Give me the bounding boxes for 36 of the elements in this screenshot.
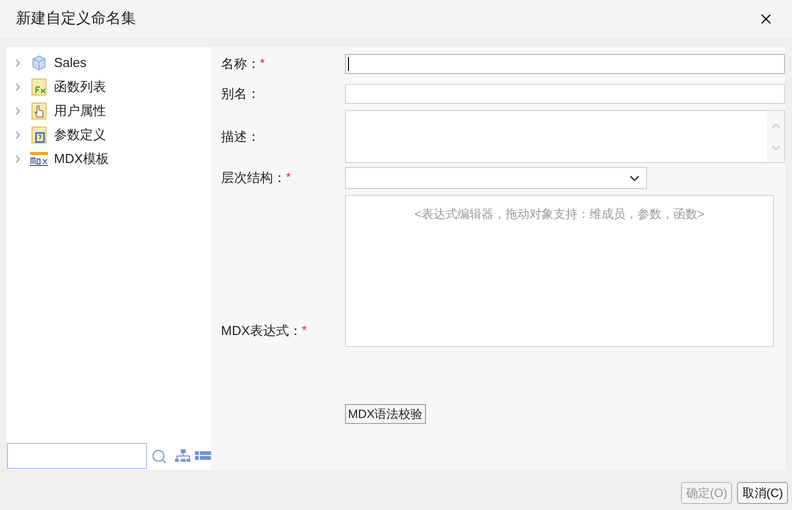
field-label: 层次结构：: [221, 169, 286, 187]
tree-item[interactable]: 参数定义: [12, 123, 211, 147]
parameter-icon: [31, 126, 47, 144]
required-mark: *: [302, 322, 307, 339]
tree-item[interactable]: MDX模板: [12, 147, 211, 171]
search-field[interactable]: [7, 443, 147, 469]
tree-item-label: 用户属性: [54, 102, 106, 120]
text-field[interactable]: [345, 54, 785, 74]
dialog-button[interactable]: 取消(C): [737, 482, 788, 504]
tree-item-label: MDX模板: [54, 150, 109, 168]
dropdown[interactable]: [345, 167, 647, 189]
hierarchy-icon[interactable]: [175, 449, 191, 463]
tree-item[interactable]: 用户属性: [12, 99, 211, 123]
hand-icon: [31, 102, 47, 120]
mdx-icon: [30, 152, 48, 166]
field-label: 描述：: [221, 128, 260, 146]
tree-item-label: Sales: [54, 54, 87, 72]
function-icon: [31, 78, 47, 96]
required-mark: *: [260, 55, 265, 72]
search-icon[interactable]: [151, 448, 168, 464]
text-area[interactable]: [345, 110, 785, 163]
field-label: MDX表达式：: [221, 322, 302, 340]
cube-icon: [31, 55, 47, 71]
text-cursor: [348, 57, 349, 71]
list-icon[interactable]: [194, 451, 211, 461]
text-field[interactable]: [345, 84, 785, 104]
editor-placeholder: <表达式编辑器，拖动对象支持：维成员，参数，函数>: [414, 206, 704, 223]
field-label: 名称：: [221, 55, 260, 73]
tree-item-label: 函数列表: [54, 78, 106, 96]
field-label: 别名：: [221, 85, 260, 103]
required-mark: *: [286, 169, 291, 186]
window-title: 新建自定义命名集: [16, 8, 136, 29]
tree-item[interactable]: Sales: [12, 51, 211, 75]
tree-item-label: 参数定义: [54, 126, 106, 144]
tree-item[interactable]: 函数列表: [12, 75, 211, 99]
syntax-check-button[interactable]: MDX语法校验: [345, 404, 426, 424]
